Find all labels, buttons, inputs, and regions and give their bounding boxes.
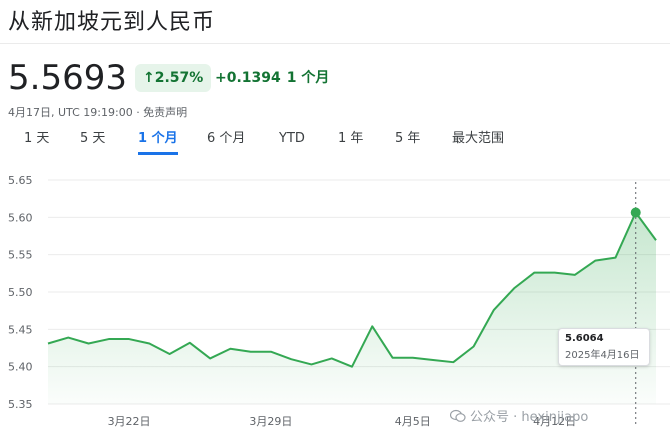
y-tick-label: 5.40	[8, 361, 33, 374]
tooltip-date: 2025年4月16日	[565, 350, 640, 361]
y-tick-label: 5.35	[8, 398, 33, 411]
tab-5-years[interactable]: 5 年	[395, 128, 420, 152]
tab-1-year[interactable]: 1 年	[338, 128, 363, 152]
tooltip-value: 5.6064	[565, 333, 604, 344]
x-tick-label: 3月22日	[108, 415, 151, 428]
highlight-point	[630, 207, 641, 218]
x-tick-label: 3月29日	[249, 415, 292, 428]
area-fill	[48, 212, 656, 404]
watermark: 公众号 · hexinjiapo	[449, 406, 589, 427]
wechat-icon	[449, 409, 466, 427]
change-period: 1 个月	[286, 70, 330, 86]
change-absolute-value: +0.1394	[215, 70, 281, 86]
current-price: 5.5693	[8, 58, 127, 98]
tab-6-months[interactable]: 6 个月	[207, 128, 245, 152]
y-tick-label: 5.65	[8, 174, 33, 187]
header-divider	[0, 43, 670, 44]
change-percent-badge: ↑2.57%	[135, 64, 212, 92]
page-title: 从新加坡元到人民币	[8, 10, 216, 35]
y-tick-label: 5.60	[8, 211, 33, 224]
y-tick-label: 5.55	[8, 249, 33, 262]
tab-max[interactable]: 最大范围	[452, 128, 504, 152]
tab-1-month[interactable]: 1 个月	[138, 128, 178, 155]
tab-1-day[interactable]: 1 天	[24, 128, 49, 152]
exchange-rate-chart[interactable]: 5.65 5.60 5.55 5.50 5.45 5.40 5.35 3月22日 3月29日 4月…	[0, 164, 670, 434]
timestamp-disclaimer[interactable]: 4月17日, UTC 19:19:00 · 免责声明	[8, 104, 187, 120]
y-tick-label: 5.50	[8, 286, 33, 299]
tab-5-days[interactable]: 5 天	[80, 128, 105, 152]
chart-tooltip: 5.6064 2025年4月16日	[558, 328, 650, 366]
change-absolute: +0.1394 1 个月	[215, 64, 329, 92]
x-tick-label: 4月5日	[395, 415, 431, 428]
time-range-tabs: 1 天 5 天 1 个月 6 个月 YTD 1 年 5 年 最大范围	[0, 128, 670, 156]
tab-ytd[interactable]: YTD	[279, 128, 305, 152]
watermark-text: 公众号 · hexinjiapo	[470, 410, 589, 425]
y-tick-label: 5.45	[8, 323, 33, 336]
